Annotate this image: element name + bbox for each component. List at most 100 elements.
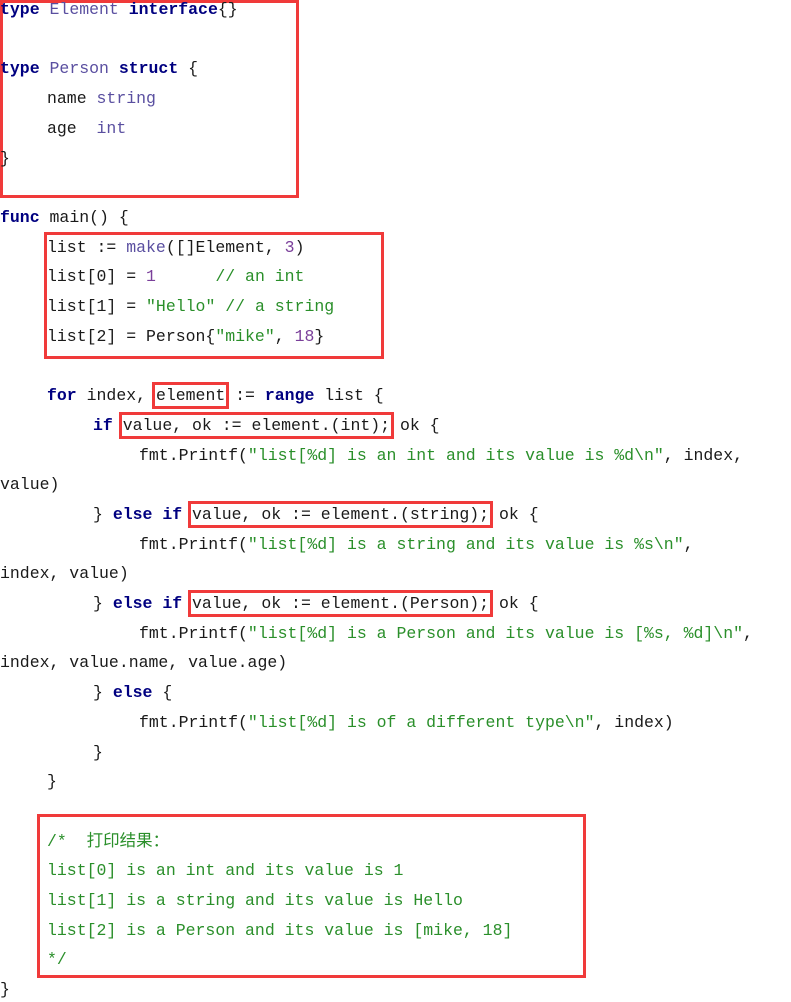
- code-line: for index, element := range list {: [47, 381, 384, 411]
- code-text: :=: [225, 386, 265, 406]
- code-line: */: [47, 945, 67, 975]
- comment: list[2] is a Person and its value is [mi…: [47, 920, 513, 940]
- code-text: list[0] =: [47, 267, 147, 287]
- code-text: ([]Element,: [165, 237, 285, 257]
- code-text: {: [178, 59, 199, 79]
- code-text: list {: [314, 386, 384, 406]
- keyword: for: [47, 386, 77, 406]
- code-line: list[1] = "Hello" // a string: [47, 292, 334, 322]
- code-text: fmt.Printf(: [139, 445, 248, 465]
- keyword: else if: [112, 594, 183, 613]
- highlighted-expression: value, ok := element.(string);: [188, 500, 494, 528]
- code-line: fmt.Printf("list[%d] is an int and its v…: [139, 441, 743, 471]
- code-text: fmt.Printf(: [139, 534, 248, 554]
- type-name: int: [96, 118, 127, 138]
- code-line: fmt.Printf("list[%d] is a Person and its…: [139, 619, 753, 649]
- code-text: name: [47, 89, 97, 109]
- number-literal: 3: [284, 237, 295, 257]
- string-literal: "list[%d] is an int and its value is %d\…: [247, 445, 664, 465]
- keyword: range: [264, 386, 315, 406]
- code-text: ,: [743, 623, 753, 643]
- code-line: if value, ok := element.(int); ok {: [93, 411, 440, 441]
- code-line: } else if value, ok := element.(string);…: [93, 500, 539, 530]
- code-text: }: [0, 148, 10, 168]
- code-text: }: [314, 326, 325, 346]
- code-text: ,: [683, 534, 694, 554]
- code-text: }: [93, 742, 103, 762]
- keyword: type: [0, 59, 40, 79]
- keyword: type: [0, 0, 40, 19]
- number-literal: 1: [146, 267, 156, 287]
- comment: /* 打印结果：: [47, 831, 170, 851]
- code-text: {}: [217, 0, 238, 19]
- keyword: interface: [128, 0, 218, 19]
- code-text: }: [93, 683, 113, 703]
- code-text: fmt.Printf(: [139, 712, 248, 732]
- number-literal: 18: [294, 326, 315, 346]
- code-line: value): [0, 470, 59, 500]
- keyword: else: [112, 683, 153, 703]
- code-text: ,: [274, 326, 295, 346]
- code-line: /* 打印结果：: [47, 827, 169, 857]
- code-text: value): [0, 475, 60, 495]
- type-name: make: [126, 237, 166, 257]
- comment: list[1] is a string and its value is Hel…: [47, 891, 463, 910]
- code-line: type Person struct {: [0, 54, 198, 84]
- code-line: type Element interface{}: [0, 0, 238, 25]
- code-text: ok {: [489, 504, 539, 524]
- code-line: }: [93, 738, 103, 768]
- code-document: type Element interface{} type Person stru…: [0, 0, 791, 1002]
- code-line: list := make([]Element, 3): [47, 233, 304, 263]
- type-name: string: [96, 89, 156, 109]
- string-literal: "list[%d] is of a different type\n": [247, 712, 595, 732]
- code-text: index, value.name, value.age): [0, 653, 288, 673]
- code-line: fmt.Printf("list[%d] is a string and its…: [139, 530, 694, 560]
- code-text: main() {: [39, 207, 129, 227]
- code-line: list[1] is a string and its value is Hel…: [47, 886, 463, 916]
- string-literal: "mike": [215, 326, 275, 346]
- highlighted-expression: value, ok := element.(int);: [118, 411, 395, 439]
- keyword: else if: [112, 504, 183, 524]
- keyword: if: [93, 415, 113, 435]
- string-literal: "list[%d] is a Person and its value is […: [247, 623, 744, 643]
- comment: // a string: [215, 297, 335, 316]
- code-text: }: [93, 594, 113, 613]
- code-line: list[2] = Person{"mike", 18}: [47, 322, 324, 352]
- comment: */: [47, 950, 67, 970]
- code-text: list[1] =: [47, 297, 147, 316]
- code-text: index, value): [0, 564, 129, 584]
- highlighted-expression: element: [151, 382, 230, 410]
- code-line: }: [0, 975, 10, 1002]
- code-text: index,: [76, 386, 156, 406]
- code-text: , index): [594, 712, 674, 732]
- code-text: list :=: [47, 237, 127, 257]
- code-text: }: [47, 772, 57, 792]
- code-text: ): [294, 237, 305, 257]
- comment: // an int: [155, 267, 305, 287]
- code-line: index, value): [0, 559, 129, 589]
- code-text: ok {: [390, 415, 440, 435]
- type-name: Element: [39, 0, 129, 19]
- code-line: }: [0, 144, 10, 174]
- keyword: struct: [118, 59, 179, 79]
- highlighted-expression: value, ok := element.(Person);: [188, 590, 494, 617]
- code-line: list[0] is an int and its value is 1: [47, 856, 403, 886]
- string-literal: "list[%d] is a string and its value is %…: [247, 534, 684, 554]
- code-line: } else if value, ok := element.(Person);…: [93, 589, 539, 619]
- code-line: } else {: [93, 678, 172, 708]
- code-line: index, value.name, value.age): [0, 648, 287, 678]
- comment: list[0] is an int and its value is 1: [47, 861, 404, 881]
- code-line: fmt.Printf("list[%d] is of a different t…: [139, 708, 674, 738]
- code-text: {: [152, 683, 173, 703]
- code-text: list[2] = Person{: [47, 326, 216, 346]
- code-text: ok {: [489, 594, 539, 613]
- code-line: name string: [47, 84, 156, 114]
- code-text: }: [0, 980, 10, 1000]
- keyword: func: [0, 207, 40, 227]
- string-literal: "Hello": [146, 297, 216, 316]
- code-line: age int: [47, 114, 126, 144]
- type-name: Person: [39, 59, 119, 79]
